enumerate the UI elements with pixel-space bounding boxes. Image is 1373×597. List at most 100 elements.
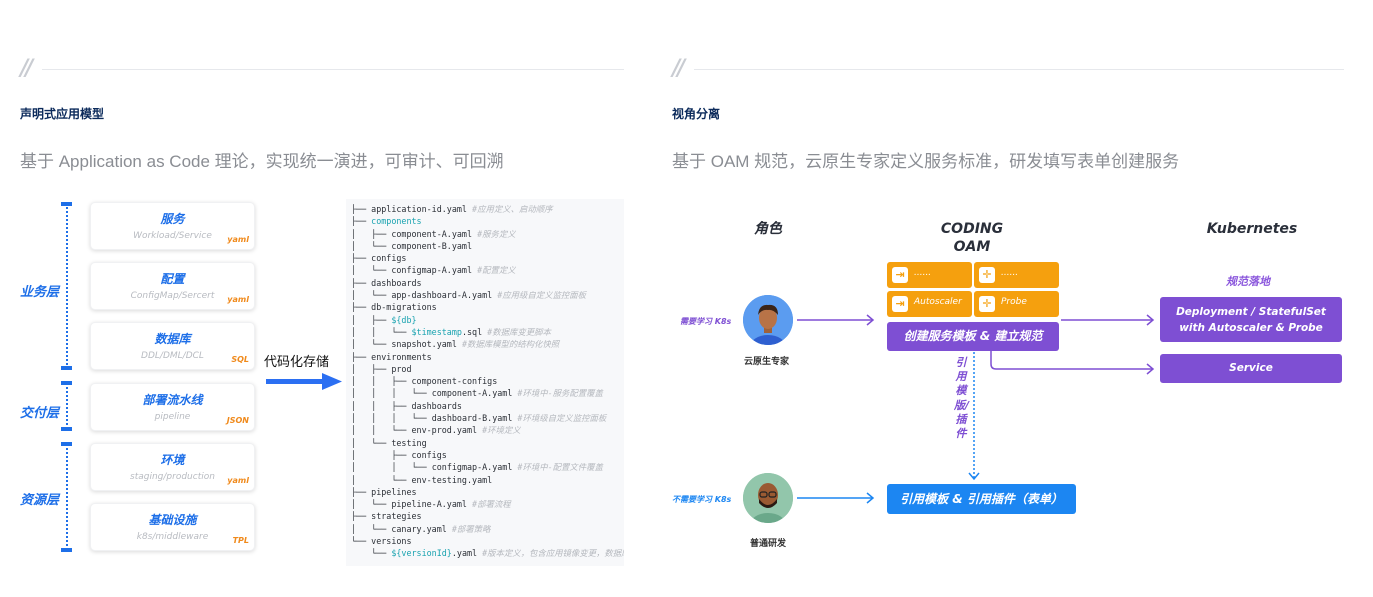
tree-entry-name: configs — [371, 253, 407, 264]
tree-branch: │ │ ├── — [351, 400, 412, 411]
tree-branch: │ │ └── — [351, 425, 412, 436]
section-heading: 声明式应用模型 — [20, 107, 105, 121]
tree-line: ├── strategies — [351, 510, 624, 522]
tree-line: │ └── configmap-A.yaml #配置定义 — [351, 264, 624, 276]
card-subtitle: k8s/middleware — [136, 532, 209, 542]
tree-comment: #部署流程 — [466, 499, 511, 510]
plugin-label: ...... — [914, 268, 932, 278]
tree-line: │ └── canary.yaml #部署策略 — [351, 523, 624, 535]
tree-line: ├── components — [351, 215, 624, 227]
tree-branch: ├── — [351, 511, 372, 522]
card-format-tag: yaml — [227, 295, 249, 304]
directory-tree: ├── application-id.yaml #应用定义、启动顺序 ├── co… — [346, 199, 624, 566]
plugin-label: Autoscaler — [914, 297, 962, 307]
layer-label-resource: 资源层 — [20, 493, 60, 508]
card-format-tag: JSON — [226, 416, 249, 425]
tree-line: │ └── snapshot.yaml #数据库模型的结构化快照 — [351, 338, 624, 350]
tree-comment: #服务定义 — [472, 228, 516, 239]
tree-branch: ├── — [351, 204, 372, 214]
tree-entry-name: pipeline-A.yaml — [391, 499, 467, 510]
tree-entry-name: env-prod.yaml — [411, 425, 478, 436]
tree-entry-name: testing — [391, 437, 427, 448]
tree-line: ├── environments — [351, 351, 624, 363]
plugin-card: ⇥ ...... — [887, 262, 972, 288]
tree-entry-name: versions — [371, 536, 412, 547]
tree-entry-name: dashboards — [411, 400, 462, 411]
tree-branch: │ │ │ └── — [351, 413, 432, 424]
tree-entry-name: ${versionId} — [391, 548, 452, 559]
person-icon — [743, 295, 793, 345]
tree-line: │ └── component-B.yaml — [351, 240, 624, 252]
tree-line: │ │ └── $timestamp.sql #数据库变更脚本 — [351, 326, 624, 338]
tree-entry-name: application-id.yaml — [371, 204, 467, 214]
tree-line: └── versions — [351, 535, 624, 547]
right-arrow-icon — [266, 373, 342, 390]
probe-icon: ✛ — [979, 267, 995, 283]
role-note-developer: 不需要学习 K8s — [672, 495, 732, 504]
tree-comment: #环境中-服务配置覆盖 — [512, 388, 603, 399]
reference-form-box: 引用模板 & 引用插件（表单） — [887, 484, 1076, 514]
arrow-template-to-deployment — [1061, 314, 1155, 326]
card-format-tag: yaml — [227, 235, 249, 244]
layer-bracket-business — [61, 202, 72, 370]
tree-comment: #配置定义 — [472, 265, 516, 276]
tree-branch: ├── — [351, 486, 372, 497]
tree-line: │ └── testing — [351, 437, 624, 449]
card-title: 基础设施 — [148, 513, 197, 527]
divider — [42, 69, 624, 70]
tree-comment: #版本定义，包含应用镜像变更，数据库 — [477, 548, 624, 559]
tree-branch: │ ├── — [351, 314, 392, 325]
tree-branch: └── — [351, 536, 372, 547]
tree-comment: #环境定义 — [477, 425, 521, 436]
role-name-expert: 云原生专家 — [744, 357, 790, 367]
card-format-tag: SQL — [231, 355, 249, 364]
tree-branch: │ └── — [351, 499, 392, 510]
tree-entry-name: component-B.yaml — [391, 240, 473, 251]
tree-line: │ │ ├── dashboards — [351, 400, 624, 412]
card-service: 服务 Workload/Service yaml — [90, 202, 255, 250]
tree-line: │ │ │ └── component-A.yaml #环境中-服务配置覆盖 — [351, 387, 624, 399]
tree-branch: │ └── — [351, 474, 412, 485]
tree-branch: │ │ ├── — [351, 376, 412, 387]
autoscaler-icon: ⇥ — [892, 296, 908, 312]
tree-branch: ├── — [351, 253, 372, 264]
k8s-deployment-line2: with Autoscaler & Probe — [1179, 322, 1323, 334]
tree-branch: ├── — [351, 277, 372, 288]
tree-line: │ │ │ └── dashboard-B.yaml #环境级自定义监控面板 — [351, 412, 624, 424]
plugin-label: ...... — [1001, 268, 1019, 278]
card-database: 数据库 DDL/DML/DCL SQL — [90, 322, 255, 370]
tree-line: └── ${versionId}.yaml #版本定义，包含应用镜像变更，数据库 — [351, 547, 624, 559]
card-environment: 环境 staging/production yaml — [90, 443, 255, 491]
tree-line: ├── pipelines — [351, 486, 624, 498]
avatar-developer — [743, 473, 793, 523]
card-subtitle: DDL/DML/DCL — [141, 351, 204, 361]
tree-branch: │ ├── — [351, 363, 392, 374]
tree-entry-name: strategies — [371, 511, 422, 522]
tree-branch: │ └── — [351, 523, 392, 534]
tree-entry-suffix: .yaml — [451, 548, 478, 559]
tree-comment: #环境中-配置文件覆盖 — [512, 462, 603, 473]
tree-entry-name: configmap-A.yaml — [431, 462, 513, 473]
tree-line: ├── application-id.yaml #应用定义、启动顺序 — [351, 203, 624, 215]
tree-comment: #应用级自定义监控面板 — [492, 290, 587, 301]
plugin-card: ✛ ...... — [974, 262, 1059, 288]
tree-comment: #数据库变更脚本 — [482, 326, 551, 337]
layer-label-business: 业务层 — [20, 285, 60, 300]
role-note-expert: 需要学习 K8s — [680, 317, 732, 326]
tree-entry-name: component-A.yaml — [431, 388, 513, 399]
tree-entry-name: canary.yaml — [391, 523, 447, 534]
tree-branch: │ └── — [351, 437, 392, 448]
tree-entry-name: ${db} — [391, 314, 417, 325]
k8s-subtitle: 规范落地 — [1226, 275, 1270, 288]
layer-label-delivery: 交付层 — [20, 406, 60, 421]
tree-comment: #数据库模型的结构化快照 — [456, 339, 560, 350]
tree-entry-name: component-A.yaml — [391, 228, 473, 239]
card-title: 服务 — [160, 212, 185, 226]
card-pipeline: 部署流水线 pipeline JSON — [90, 383, 255, 431]
tree-line: ├── dashboards — [351, 277, 624, 289]
left-panel: // 声明式应用模型 基于 Application as Code 理论，实现统… — [20, 0, 624, 597]
card-format-tag: TPL — [232, 536, 249, 545]
tree-line: │ │ ├── component-configs — [351, 375, 624, 387]
right-panel: // 视角分离 基于 OAM 规范，云原生专家定义服务标准，研发填写表单创建服务… — [672, 0, 1344, 597]
avatar-expert — [743, 295, 793, 345]
